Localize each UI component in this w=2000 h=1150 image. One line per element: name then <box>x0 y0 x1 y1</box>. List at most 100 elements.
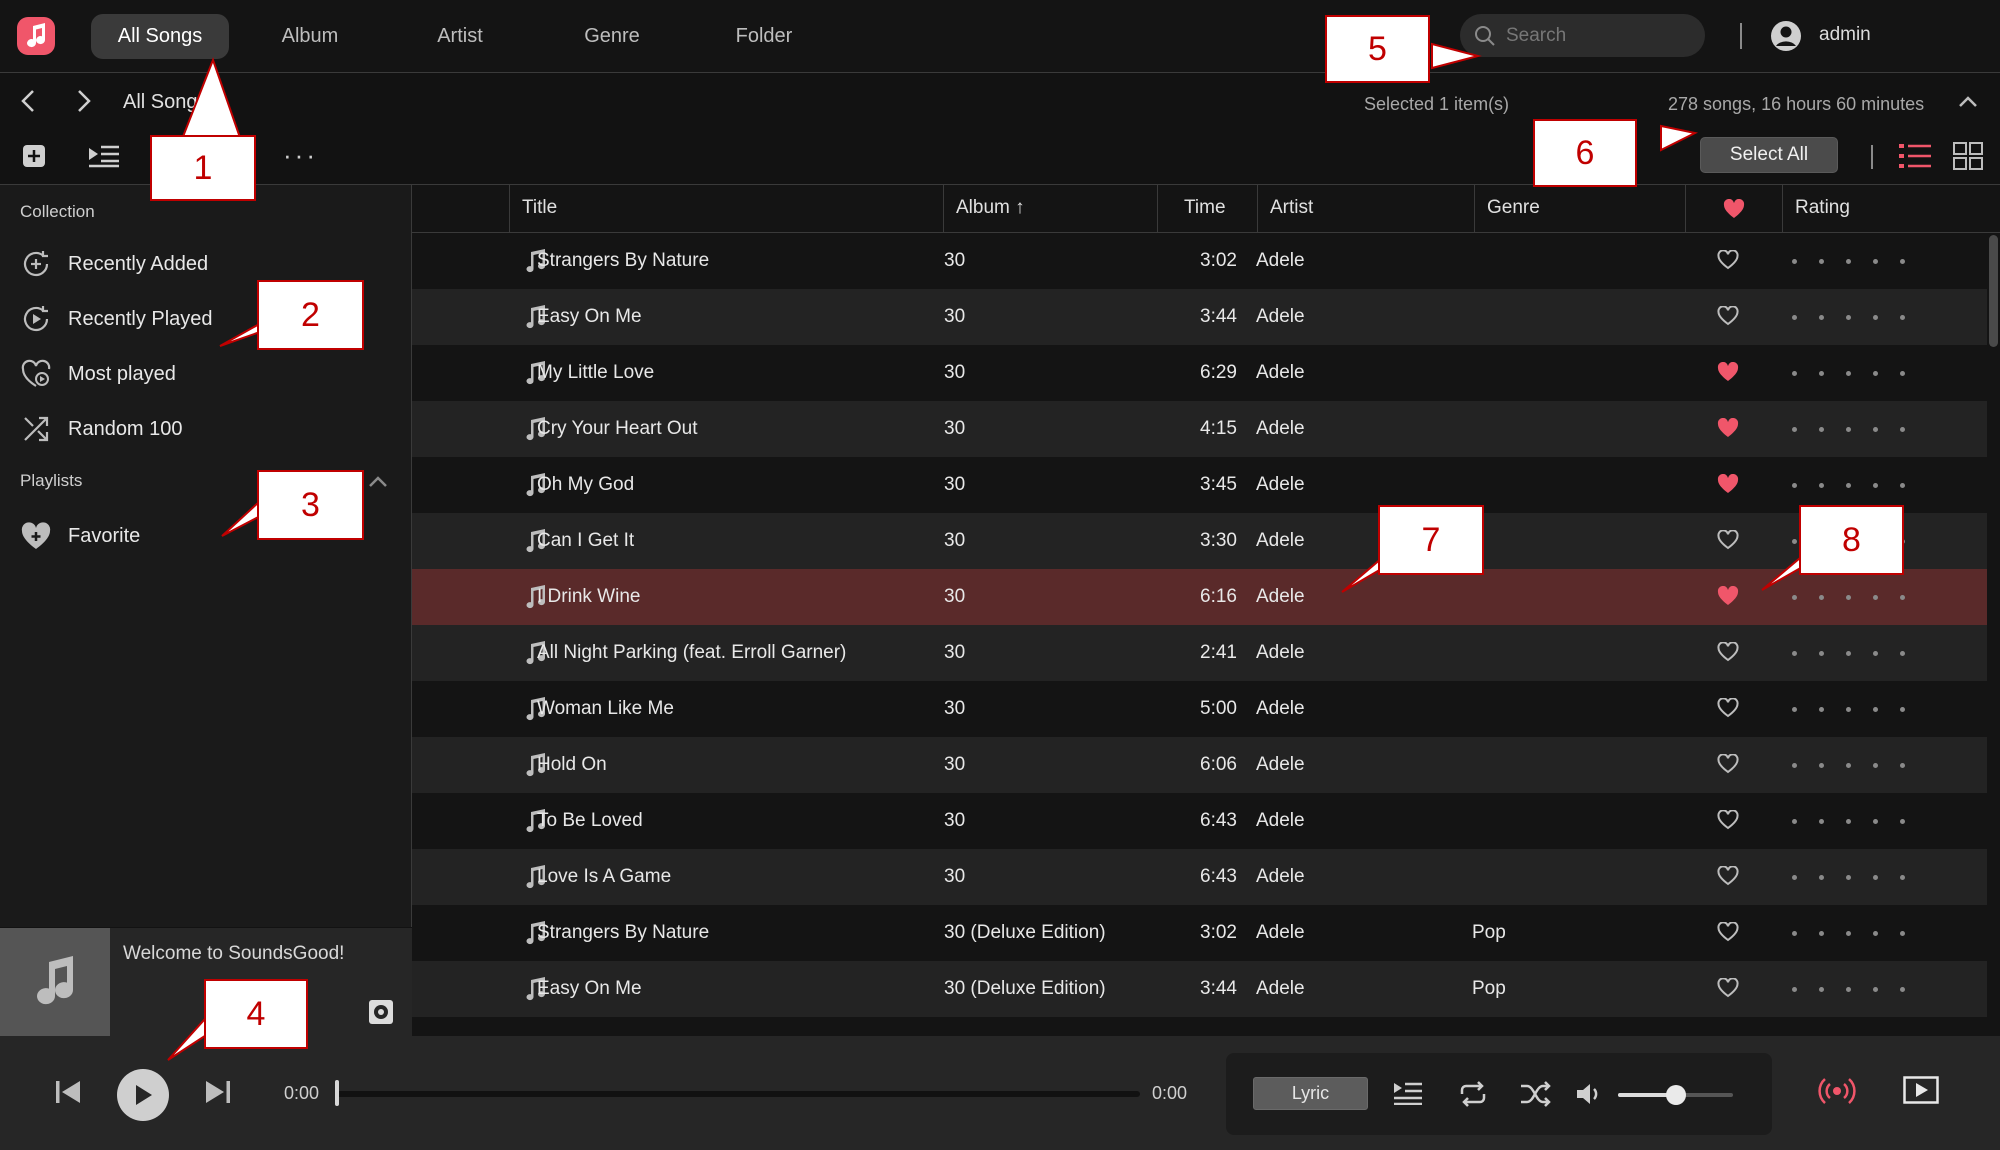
sidebar-item-recently-played[interactable]: Recently Played <box>20 299 213 339</box>
sidebar-item-recently-added[interactable]: Recently Added <box>20 244 208 284</box>
disc-icon[interactable] <box>368 999 394 1025</box>
rating-stars[interactable] <box>1792 737 1927 793</box>
rating-stars[interactable] <box>1792 289 1927 345</box>
previous-track-icon[interactable] <box>55 1078 81 1106</box>
forward-arrow-icon[interactable] <box>72 88 94 114</box>
table-row[interactable]: Oh My God 30 3:45 Adele <box>412 457 1987 513</box>
heart-outline-icon[interactable] <box>1717 865 1739 891</box>
column-header-rating[interactable]: Rating <box>1782 185 2000 233</box>
shuffle-icon <box>20 413 52 445</box>
music-note-icon[interactable] <box>17 17 55 55</box>
heart-outline-icon[interactable] <box>1717 697 1739 723</box>
song-title: Easy On Me <box>537 978 642 999</box>
tab-all-songs[interactable]: All Songs <box>91 14 229 59</box>
next-track-icon[interactable] <box>205 1078 231 1106</box>
rating-stars[interactable] <box>1792 401 1927 457</box>
playlist-queue-icon[interactable] <box>1393 1081 1423 1105</box>
heart-outline-icon[interactable] <box>1717 753 1739 779</box>
volume-handle[interactable] <box>1665 1085 1686 1105</box>
lyric-button[interactable]: Lyric <box>1253 1077 1368 1110</box>
tab-folder[interactable]: Folder <box>714 14 814 59</box>
heart-outline-icon[interactable] <box>1717 921 1739 947</box>
song-artist: Adele <box>1256 306 1305 327</box>
repeat-icon[interactable] <box>1458 1081 1488 1107</box>
table-row[interactable]: Cry Your Heart Out 30 4:15 Adele <box>412 401 1987 457</box>
sidebar-item-favorite[interactable]: Favorite <box>20 516 140 556</box>
rating-stars[interactable] <box>1792 849 1927 905</box>
play-button[interactable] <box>117 1069 169 1121</box>
rating-stars[interactable] <box>1792 681 1927 737</box>
heart-outline-icon[interactable] <box>1717 249 1739 275</box>
table-row[interactable]: Easy On Me 30 3:44 Adele <box>412 289 1987 345</box>
shuffle-icon[interactable] <box>1520 1081 1552 1107</box>
column-header-favorite[interactable] <box>1685 185 1782 233</box>
table-row[interactable]: Can I Get It 30 3:30 Adele <box>412 513 1987 569</box>
heart-outline-icon[interactable] <box>1717 977 1739 1003</box>
table-row[interactable]: Strangers By Nature 30 (Deluxe Edition) 3:… <box>412 905 1987 961</box>
column-header-title[interactable]: Title <box>509 185 849 233</box>
back-arrow-icon[interactable] <box>18 88 40 114</box>
column-header-genre[interactable]: Genre <box>1474 185 1694 233</box>
progress-handle[interactable] <box>335 1080 339 1106</box>
annotation-1: 1 <box>150 135 256 201</box>
heart-filled-icon[interactable] <box>1717 361 1739 387</box>
heart-outline-icon[interactable] <box>1717 809 1739 835</box>
rating-stars[interactable] <box>1792 625 1927 681</box>
list-view-icon[interactable] <box>1898 142 1932 170</box>
progress-bar[interactable] <box>336 1091 1140 1097</box>
rating-stars[interactable] <box>1792 569 1927 625</box>
heart-filled-icon[interactable] <box>1717 417 1739 443</box>
song-artist: Adele <box>1256 866 1305 887</box>
username[interactable]: admin <box>1819 24 1871 46</box>
heart-outline-icon[interactable] <box>1717 641 1739 667</box>
video-player-icon[interactable] <box>1903 1076 1939 1104</box>
table-row[interactable]: Hold On 30 6:06 Adele <box>412 737 1987 793</box>
user-avatar-icon[interactable] <box>1770 20 1802 52</box>
song-title: Woman Like Me <box>537 698 674 719</box>
table-row[interactable]: To Be Loved 30 6:43 Adele <box>412 793 1987 849</box>
song-title: To Be Loved <box>537 810 643 831</box>
heart-outline-icon[interactable] <box>1717 529 1739 555</box>
tab-genre[interactable]: Genre <box>564 14 660 59</box>
table-row[interactable]: Woman Like Me 30 5:00 Adele <box>412 681 1987 737</box>
search-box[interactable] <box>1460 14 1705 57</box>
column-header-album[interactable]: Album ↑ <box>943 185 1155 233</box>
vertical-scrollbar[interactable] <box>1989 235 1998 347</box>
tab-album[interactable]: Album <box>262 14 358 59</box>
table-row[interactable]: Easy On Me 30 (Deluxe Edition) 3:44 Adele Po… <box>412 961 1987 1017</box>
divider <box>1740 23 1742 49</box>
table-row[interactable]: All Night Parking (feat. Erroll Garner) 3… <box>412 625 1987 681</box>
more-options-icon[interactable]: ··· <box>283 142 318 168</box>
table-row[interactable]: Strangers By Nature 30 3:02 Adele <box>412 233 1987 289</box>
heart-filled-icon[interactable] <box>1717 473 1739 499</box>
grid-view-icon[interactable] <box>1953 142 1983 170</box>
table-row[interactable]: Love Is A Game 30 6:43 Adele <box>412 849 1987 905</box>
sidebar-item-random-100[interactable]: Random 100 <box>20 409 183 449</box>
heart-filled-icon[interactable] <box>1717 585 1739 611</box>
annotation-4: 4 <box>204 979 308 1049</box>
search-input[interactable] <box>1506 24 1696 47</box>
album-art-placeholder <box>0 928 110 1036</box>
song-time: 4:15 <box>1200 418 1237 439</box>
column-header-artist[interactable]: Artist <box>1257 185 1474 233</box>
rating-stars[interactable] <box>1792 233 1927 289</box>
chevron-up-icon[interactable] <box>1958 95 1978 109</box>
add-to-queue-icon[interactable] <box>88 144 120 168</box>
add-icon[interactable] <box>22 144 46 168</box>
column-header-time[interactable]: Time <box>1157 185 1257 233</box>
rating-stars[interactable] <box>1792 345 1927 401</box>
select-all-button[interactable]: Select All <box>1700 137 1838 173</box>
tab-artist[interactable]: Artist <box>412 14 508 59</box>
broadcast-icon[interactable] <box>1818 1076 1856 1106</box>
rating-stars[interactable] <box>1792 905 1927 961</box>
playback-controls: Lyric <box>1226 1053 1772 1135</box>
rating-stars[interactable] <box>1792 793 1927 849</box>
rating-stars[interactable] <box>1792 961 1927 1017</box>
volume-icon[interactable] <box>1575 1081 1603 1107</box>
chevron-up-icon[interactable] <box>368 475 388 489</box>
table-row[interactable]: My Little Love 30 6:29 Adele <box>412 345 1987 401</box>
heart-outline-icon[interactable] <box>1717 305 1739 331</box>
duration-time: 0:00 <box>1152 1083 1188 1103</box>
table-row[interactable]: I Drink Wine 30 6:16 Adele <box>412 569 1987 625</box>
sidebar-item-most-played[interactable]: Most played <box>20 354 176 394</box>
